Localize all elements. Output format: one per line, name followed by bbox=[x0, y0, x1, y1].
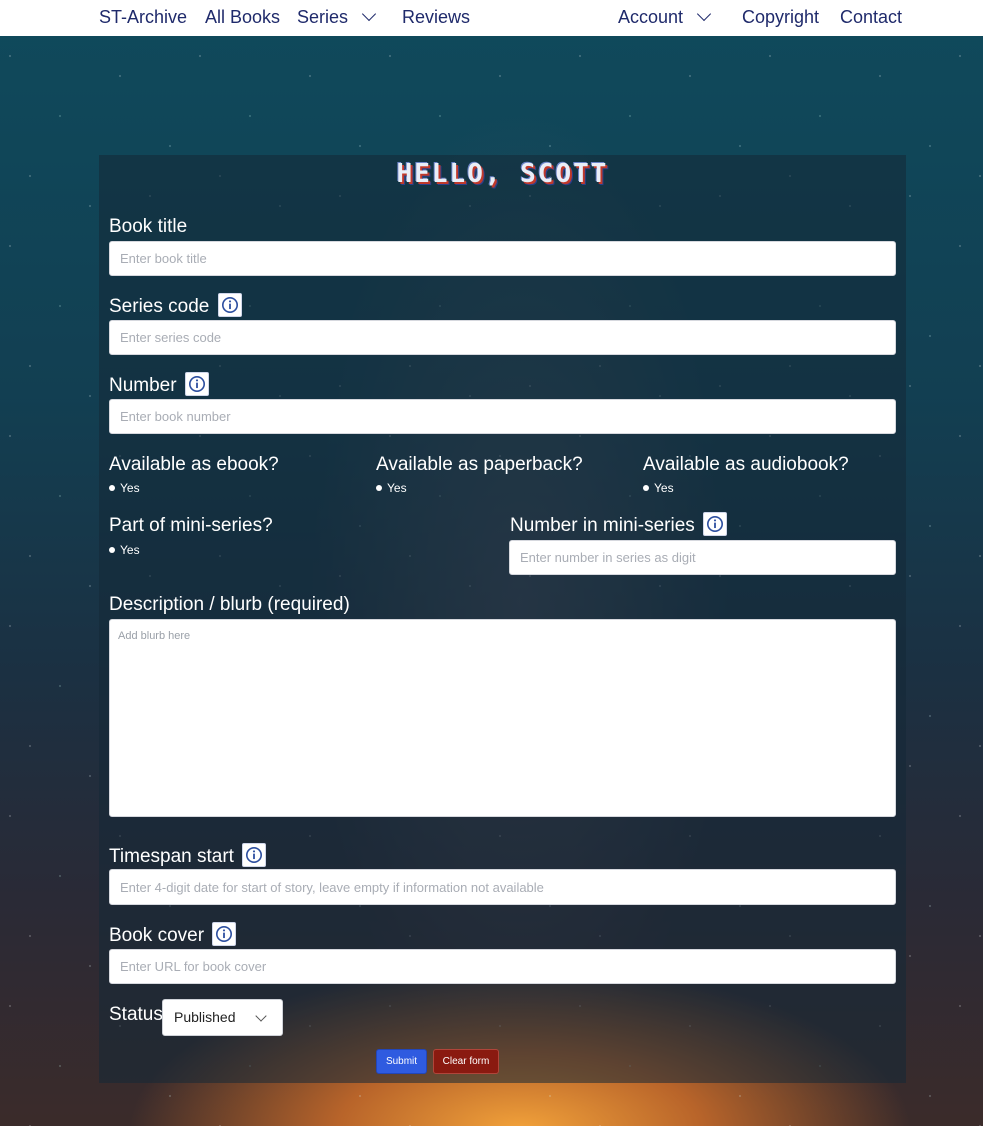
nav-reviews-link[interactable]: Reviews bbox=[402, 7, 470, 28]
status-label: Status bbox=[109, 1004, 163, 1025]
mini-series-radio[interactable]: Yes bbox=[109, 543, 140, 557]
paperback-option-label: Yes bbox=[387, 481, 407, 495]
info-icon[interactable] bbox=[212, 922, 237, 946]
mini-series-number-label: Number in mini-series bbox=[510, 515, 695, 537]
number-label: Number bbox=[109, 375, 177, 397]
mini-series-number-label-row: Number in mini-series bbox=[510, 512, 728, 538]
series-code-input[interactable] bbox=[109, 320, 896, 355]
nav-all-books-link[interactable]: All Books bbox=[205, 7, 280, 28]
series-code-label: Series code bbox=[109, 296, 210, 318]
cover-label-row: Book cover bbox=[109, 922, 237, 948]
audiobook-radio[interactable]: Yes bbox=[643, 481, 674, 495]
info-icon[interactable] bbox=[217, 293, 242, 317]
mini-series-label: Part of mini-series? bbox=[109, 515, 273, 536]
clear-form-button[interactable]: Clear form bbox=[433, 1049, 499, 1074]
cover-label: Book cover bbox=[109, 925, 205, 947]
radio-dot-icon bbox=[109, 546, 115, 553]
info-icon[interactable] bbox=[184, 372, 209, 396]
number-label-row: Number bbox=[109, 372, 209, 398]
ebook-radio[interactable]: Yes bbox=[109, 481, 140, 495]
greeting-heading: HELLO, SCOTT bbox=[396, 159, 609, 189]
chevron-down-icon bbox=[361, 6, 377, 22]
radio-dot-icon bbox=[376, 484, 382, 491]
nav-copyright-link[interactable]: Copyright bbox=[742, 7, 819, 28]
nav-contact-link[interactable]: Contact bbox=[840, 7, 902, 28]
paperback-label: Available as paperback? bbox=[376, 454, 583, 475]
info-icon[interactable] bbox=[242, 843, 267, 867]
radio-dot-icon bbox=[109, 484, 115, 491]
ebook-option-label: Yes bbox=[120, 481, 140, 495]
nav-brand-link[interactable]: ST-Archive bbox=[99, 7, 187, 28]
book-number-input[interactable] bbox=[109, 399, 896, 434]
timespan-label: Timespan start bbox=[109, 846, 234, 868]
chevron-down-icon bbox=[255, 1010, 267, 1022]
nav-series-label: Series bbox=[297, 7, 349, 27]
description-label: Description / blurb (required) bbox=[109, 594, 350, 615]
audiobook-option-label: Yes bbox=[654, 481, 674, 495]
cover-url-input[interactable] bbox=[109, 949, 896, 984]
ebook-label: Available as ebook? bbox=[109, 454, 279, 475]
status-select[interactable]: Published bbox=[162, 999, 283, 1036]
submit-button[interactable]: Submit bbox=[376, 1049, 427, 1074]
info-icon[interactable] bbox=[703, 512, 728, 536]
mini-series-number-input[interactable] bbox=[509, 540, 896, 575]
book-title-label: Book title bbox=[109, 216, 188, 237]
series-code-label-row: Series code bbox=[109, 293, 242, 319]
nav-account-label: Account bbox=[618, 7, 684, 27]
chevron-down-icon bbox=[696, 6, 712, 22]
description-textarea[interactable] bbox=[109, 619, 896, 817]
book-title-input[interactable] bbox=[109, 241, 896, 276]
audiobook-label: Available as audiobook? bbox=[643, 454, 849, 475]
top-navbar: ST-Archive All Books Series Reviews Acco… bbox=[0, 0, 983, 36]
mini-series-option-label: Yes bbox=[120, 543, 140, 557]
status-select-value: Published bbox=[174, 1009, 236, 1025]
add-book-form: HELLO, SCOTT Book title Series code Numb… bbox=[99, 155, 906, 1083]
radio-dot-icon bbox=[643, 484, 649, 491]
paperback-radio[interactable]: Yes bbox=[376, 481, 407, 495]
timespan-label-row: Timespan start bbox=[109, 843, 267, 869]
timespan-input[interactable] bbox=[109, 869, 896, 905]
nav-account-dropdown[interactable]: Account bbox=[618, 6, 712, 28]
nav-series-dropdown[interactable]: Series bbox=[297, 6, 377, 28]
